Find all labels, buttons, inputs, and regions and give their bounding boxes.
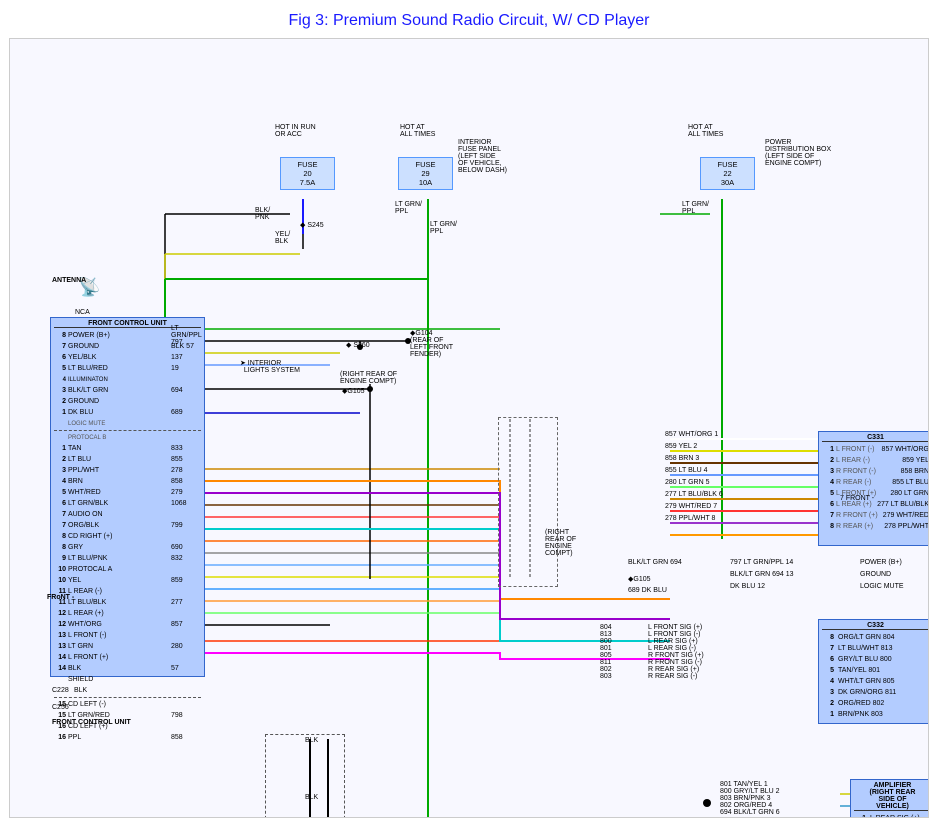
lt-grn-ppl-label2: LT GRN/PPL bbox=[430, 221, 457, 235]
wire-857: 857 WHT/ORG 1 bbox=[665, 431, 718, 438]
s260-label: ◆ S260 bbox=[346, 341, 370, 349]
power-b-plus-right: POWER (B+) bbox=[860, 559, 902, 566]
g105-right-label: ◆G105 bbox=[628, 575, 651, 583]
689-dk-blu: DK BLU 12 bbox=[730, 583, 765, 590]
wire-858: 858 BRN 3 bbox=[665, 455, 699, 462]
dk-blu-label: 689 DK BLU bbox=[628, 587, 667, 594]
power-dist-label: POWERDISTRIBUTION BOX(LEFT SIDE OFENGINE… bbox=[765, 139, 831, 167]
wire-280: 280 LT GRN 5 bbox=[665, 479, 710, 486]
blk-pnk-label: BLK/PNK bbox=[255, 207, 270, 221]
sig-labels: L FRONT SIG (+)L FRONT SIG (-)L REAR SIG… bbox=[648, 624, 704, 680]
yel-blk-label: YEL/BLK bbox=[275, 231, 290, 245]
front-label: FRONT CONTROL UNIT bbox=[52, 719, 131, 726]
bottom-wire-labels: 801 TAN/YEL 1800 GRY/LT BLU 2803 BRN/PNK… bbox=[720, 781, 780, 816]
s245-label: ◆ S245 bbox=[300, 221, 324, 229]
ground-right: GROUND bbox=[860, 571, 891, 578]
blk-lt-grn-label: BLK/LT GRN 694 bbox=[628, 559, 682, 566]
right-rear-label: (RIGHT REAR OFENGINE COMPT) bbox=[340, 371, 397, 385]
hot-run-label: HOT IN RUNOR ACC bbox=[275, 124, 316, 138]
fuse-box-3: FUSE2230A bbox=[700, 157, 755, 190]
nca-label: NCA bbox=[75, 309, 90, 316]
front-minus-label: FRoNT - bbox=[47, 594, 74, 601]
page-title: Fig 3: Premium Sound Radio Circuit, W/ C… bbox=[0, 0, 938, 38]
lt-grn-ppl-label3: LT GRN/PPL bbox=[682, 201, 709, 215]
wire-278: 278 PPL/WHT 8 bbox=[665, 515, 715, 522]
wire-nums-c332: 804813800801805811802803 bbox=[600, 624, 612, 680]
c256-label: C256 bbox=[52, 704, 69, 711]
right-rear-engine-label: (RIGHTREAR OFENGINECOMPT) bbox=[545, 529, 576, 557]
wire-859: 859 YEL 2 bbox=[665, 443, 697, 450]
hot-all-times-label-2: HOT ATALL TIMES bbox=[688, 124, 723, 138]
797-lt-grn: 797 LT GRN/PPL 14 bbox=[730, 559, 793, 566]
wire-855: 855 LT BLU 4 bbox=[665, 467, 708, 474]
center-connector-dashed bbox=[498, 417, 558, 587]
c228-label: C228 bbox=[52, 687, 69, 694]
fuse-box-2: FUSE2910A bbox=[398, 157, 453, 190]
c331-box: C331 1L FRONT (-)857 WHT/ORG 2L REAR (-)… bbox=[818, 431, 929, 546]
amplifier-box: AMPLIFIER(RIGHT REARSIDE OFVEHICLE) 1L R… bbox=[850, 779, 929, 818]
g104-label: ◆G104(REAR OFLEFT FRONTFENDER) bbox=[410, 329, 453, 358]
interior-lights-label: ➤ INTERIOR LIGHTS SYSTEM bbox=[240, 359, 300, 374]
694-blk-lt-grn: BLK/LT GRN 694 13 bbox=[730, 571, 794, 578]
7-front-label: 7 FRONT - bbox=[840, 495, 874, 502]
blk-wire-dashed-box bbox=[265, 734, 345, 818]
hot-all-times-label-1: HOT ATALL TIMES bbox=[400, 124, 435, 138]
junction-dot-1 bbox=[703, 799, 711, 807]
logic-mute-right: LOGIC MUTE bbox=[860, 583, 904, 590]
fuse-box-1: FUSE207.5A bbox=[280, 157, 335, 190]
front-control-unit-box: FRONT CONTROL UNIT 8POWER (B+)LT GRN/PPL… bbox=[50, 317, 205, 677]
antenna-label: ANTENNA bbox=[52, 277, 86, 284]
g105-label: ◆G105 bbox=[342, 387, 365, 395]
wire-277: 277 LT BLU/BLK 6 bbox=[665, 491, 723, 498]
interior-fuse-label: INTERIORFUSE PANEL(LEFT SIDEOF VEHICLE,B… bbox=[458, 139, 507, 174]
c332-box: C332 8ORG/LT GRN 804 7LT BLU/WHT 813 6GR… bbox=[818, 619, 929, 724]
diagram-container: HOT IN RUNOR ACC FUSE207.5A HOT ATALL TI… bbox=[9, 38, 929, 818]
lt-grn-ppl-label1: LT GRN/PPL bbox=[395, 201, 422, 215]
wire-279: 279 WHT/RED 7 bbox=[665, 503, 717, 510]
